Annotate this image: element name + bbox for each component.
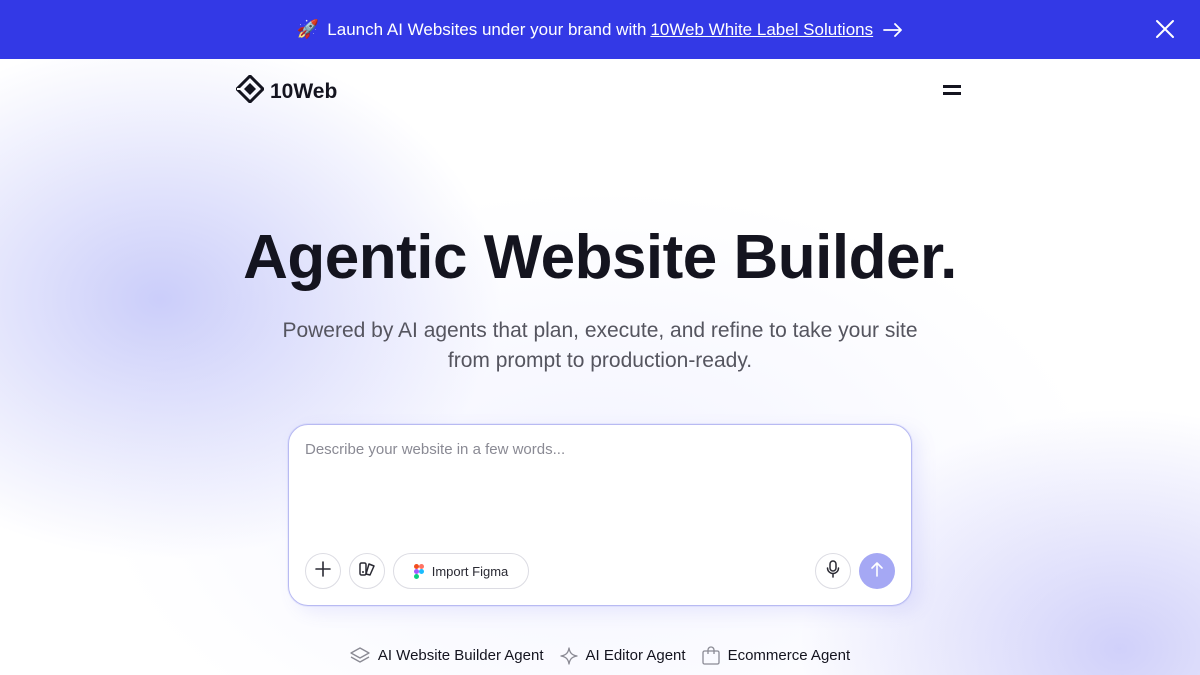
add-button[interactable]	[305, 553, 341, 589]
agent-website-builder[interactable]: AI Website Builder Agent	[350, 646, 544, 665]
voice-input-button[interactable]	[815, 553, 851, 589]
agent-label: AI Website Builder Agent	[377, 647, 544, 664]
arrow-up-icon	[870, 561, 884, 582]
figma-icon	[413, 563, 424, 579]
sparkle-icon	[559, 646, 578, 665]
agent-ecommerce[interactable]: Ecommerce Agent	[701, 646, 851, 665]
import-figma-label: Import Figma	[431, 563, 509, 579]
hamburger-menu-icon[interactable]	[942, 83, 962, 97]
hero-subtitle: Powered by AI agents that plan, execute,…	[282, 319, 918, 372]
microphone-icon	[826, 559, 840, 583]
close-icon[interactable]	[1154, 18, 1176, 40]
hero-title: Agentic Website Builder.	[243, 223, 957, 292]
shopping-bag-icon	[701, 646, 720, 665]
agent-label: Ecommerce Agent	[727, 647, 851, 664]
layers-icon	[350, 646, 370, 665]
prompt-box: Import Figma	[288, 424, 912, 606]
logo[interactable]: 10Web	[235, 74, 338, 108]
prompt-input[interactable]	[305, 441, 895, 541]
logo-text: 10Web	[270, 79, 338, 103]
banner-text: Launch AI Websites under your brand with	[327, 19, 647, 39]
import-figma-button[interactable]: Import Figma	[393, 553, 529, 589]
design-style-button[interactable]	[349, 553, 385, 589]
agent-links: AI Website Builder Agent AI Editor Agent…	[0, 646, 1200, 665]
plus-icon	[315, 560, 331, 582]
send-button[interactable]	[859, 553, 895, 589]
promo-banner: 🚀 Launch AI Websites under your brand wi…	[0, 0, 1200, 59]
agent-label: AI Editor Agent	[585, 647, 686, 664]
arrow-right-icon[interactable]	[883, 22, 903, 37]
palette-icon	[358, 561, 376, 581]
logo-icon	[235, 74, 265, 108]
rocket-icon: 🚀	[296, 19, 320, 39]
top-nav: 10Web	[0, 59, 1200, 121]
agent-editor[interactable]: AI Editor Agent	[559, 646, 686, 665]
banner-link[interactable]: 10Web White Label Solutions	[650, 20, 873, 40]
